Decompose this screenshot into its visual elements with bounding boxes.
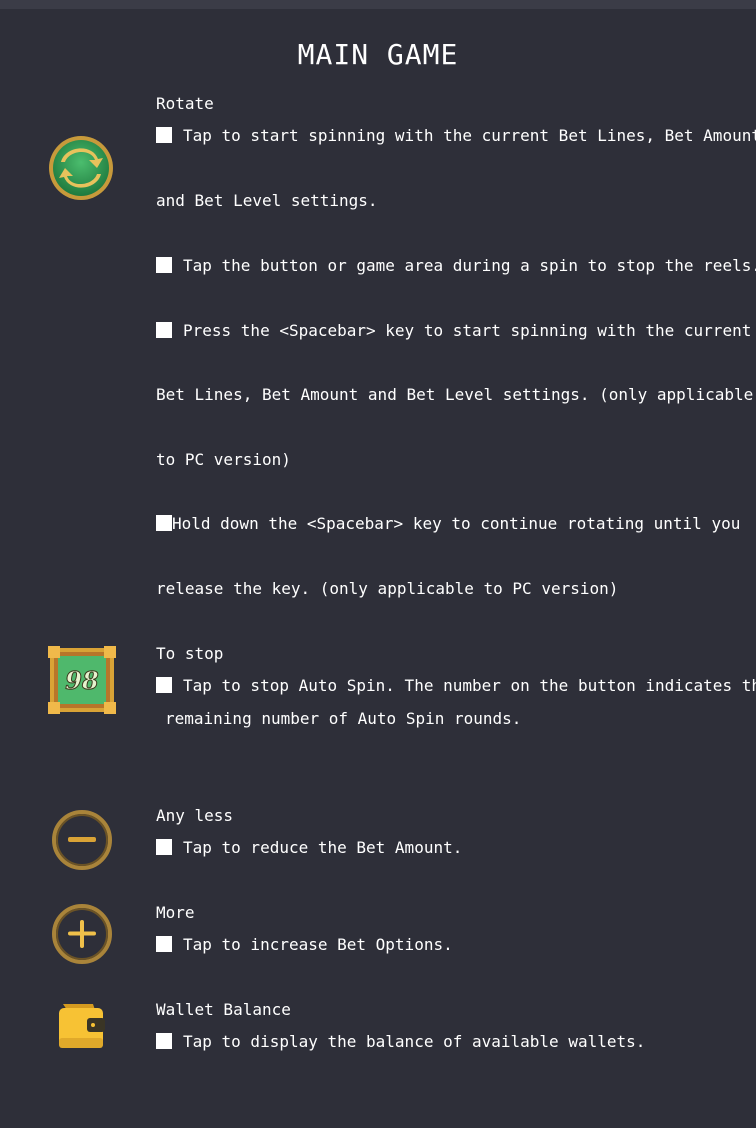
more-heading: More — [156, 903, 195, 922]
bullet-square — [156, 127, 172, 143]
bullet-square — [156, 677, 172, 693]
bullet-square — [156, 1033, 172, 1049]
rotate-line-8: release the key. (only applicable to PC … — [156, 579, 619, 598]
bullet-square — [156, 257, 172, 273]
auto-spin-counter-value: 98 — [65, 666, 99, 695]
rotate-heading: Rotate — [156, 94, 214, 113]
rotate-line-7: Hold down the <Spacebar> key to continue… — [156, 514, 740, 534]
bullet-square — [156, 515, 172, 531]
bullet-square — [156, 936, 172, 952]
plus-icon — [52, 904, 112, 964]
spin-icon — [49, 136, 113, 200]
stop-heading: To stop — [156, 644, 224, 663]
rotate-line-4: Press the <Spacebar> key to start spinni… — [156, 321, 751, 341]
bullet-square — [156, 322, 172, 338]
rotate-line-6: to PC version) — [156, 450, 291, 469]
wallet-icon — [59, 1004, 105, 1048]
minus-icon — [52, 810, 112, 870]
less-heading: Any less — [156, 806, 234, 825]
wallet-line-1: Tap to display the balance of available … — [156, 1032, 645, 1052]
page-title: MAIN GAME — [297, 38, 459, 71]
wallet-heading: Wallet Balance — [156, 1000, 291, 1019]
auto-spin-counter-icon: 98 — [48, 646, 116, 714]
rotate-line-1: Tap to start spinning with the current B… — [156, 126, 756, 146]
rotate-line-5: Bet Lines, Bet Amount and Bet Level sett… — [156, 385, 754, 404]
less-line-1: Tap to reduce the Bet Amount. — [156, 838, 462, 858]
stop-line-1: Tap to stop Auto Spin. The number on the… — [156, 676, 756, 696]
more-line-1: Tap to increase Bet Options. — [156, 935, 453, 955]
bullet-square — [156, 839, 172, 855]
rotate-line-3: Tap the button or game area during a spi… — [156, 256, 756, 276]
stop-line-2: remaining number of Auto Spin rounds. — [165, 709, 522, 728]
rotate-line-2: and Bet Level settings. — [156, 191, 378, 210]
top-strip — [0, 0, 756, 9]
